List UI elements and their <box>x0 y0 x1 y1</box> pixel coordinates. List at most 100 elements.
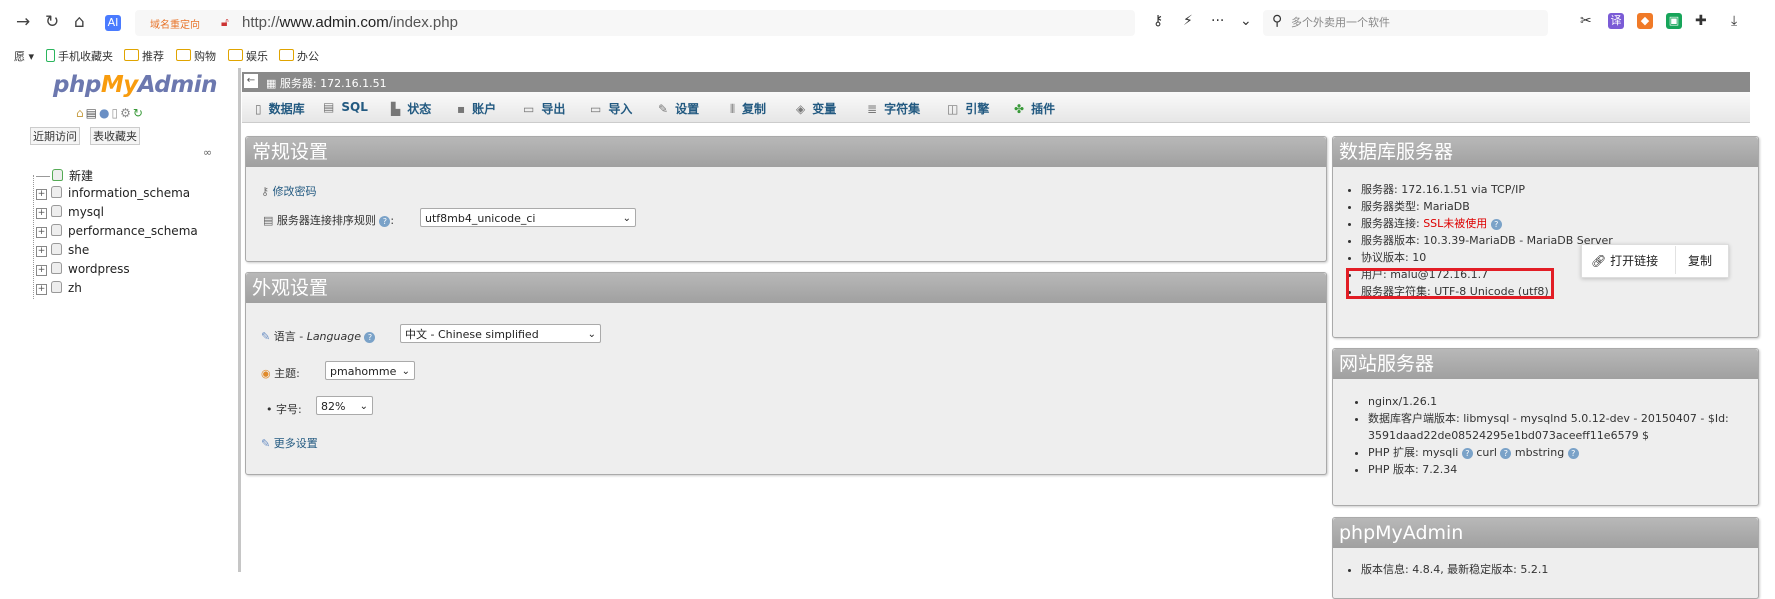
tab-label: 数据库 <box>268 102 305 116</box>
bookmark-recommend[interactable]: 推荐 <box>124 48 164 64</box>
tree-item-wordpress[interactable]: + wordpress <box>36 262 130 276</box>
green-extension-icon[interactable]: ▣ <box>1666 13 1682 29</box>
tab-import[interactable]: ▭ 导入 <box>590 100 632 117</box>
server-breadcrumb[interactable]: ▦ 服务器: 172.16.1.51 <box>266 75 387 91</box>
tab-accounts[interactable]: ▪ 账户 <box>457 100 496 117</box>
collapse-navigation-icon[interactable]: ← <box>244 74 258 88</box>
folder-icon <box>124 49 139 61</box>
expand-icon[interactable]: + <box>36 227 47 238</box>
tab-variables[interactable]: ◈ 变量 <box>796 100 836 117</box>
help-icon[interactable]: ● <box>99 106 111 120</box>
help-icon[interactable]: ? <box>364 332 376 343</box>
general-settings-panel: 常规设置 <box>245 136 1327 262</box>
help-icon[interactable]: ? <box>1500 448 1512 459</box>
tree-label: wordpress <box>68 262 130 276</box>
change-password-link[interactable]: ⚷ 修改密码 <box>261 183 317 199</box>
open-link-button[interactable]: 🔗︎ 打开链接 <box>1591 252 1658 269</box>
fox-extension-icon[interactable]: ◆ <box>1637 13 1653 29</box>
language-select[interactable]: 中文 - Chinese simplified ⌄ <box>400 324 601 343</box>
bookmark-label: 推荐 <box>142 50 164 63</box>
docs-icon[interactable]: ▯ <box>111 106 120 120</box>
theme-select[interactable]: pmahomme ⌄ <box>325 361 415 380</box>
key-icon[interactable]: ⚷ <box>1153 13 1163 29</box>
panel-title: 常规设置 <box>246 137 1326 167</box>
forward-icon[interactable]: → <box>16 12 30 32</box>
help-icon[interactable]: ? <box>1461 448 1473 459</box>
url-text[interactable]: http://www.admin.com/index.php <box>242 14 458 31</box>
bookmark-entertainment[interactable]: 娱乐 <box>228 48 268 64</box>
phpmyadmin-logo[interactable]: phpMyAdmin <box>53 72 217 98</box>
server-icon: ▦ <box>266 77 280 90</box>
panel-title: 数据库服务器 <box>1333 137 1758 167</box>
tree-item-new[interactable]: 新建 <box>36 167 93 184</box>
sql-icon[interactable]: ▤ <box>86 106 99 120</box>
more-settings-link[interactable]: ✎ 更多设置 <box>261 435 318 451</box>
help-icon[interactable]: ? <box>1567 448 1579 459</box>
reload-icon[interactable]: ↻ <box>45 12 59 32</box>
quick-icons: ⌂▤●▯⚙↻ <box>76 106 145 120</box>
tab-export[interactable]: ▭ 导出 <box>523 100 565 117</box>
expand-icon[interactable]: + <box>36 265 47 276</box>
link-icon[interactable]: ∞ <box>203 146 212 159</box>
bookmark-shopping[interactable]: 购物 <box>176 48 216 64</box>
database-icon: ▯ <box>255 102 262 116</box>
info-php-extensions: PHP 扩展: mysqli ? curl ? mbstring ? <box>1368 444 1740 461</box>
info-version: 版本信息: 4.8.4, 最新稳定版本: 5.2.1 <box>1361 561 1743 578</box>
logo-php: php <box>53 72 101 98</box>
download-icon[interactable]: ⤓ <box>1731 13 1737 29</box>
copy-button[interactable]: 复制 <box>1688 252 1712 269</box>
tree-item-performance-schema[interactable]: + performance_schema <box>36 224 198 238</box>
tab-status[interactable]: ▙ 状态 <box>391 100 431 117</box>
collation-select[interactable]: utf8mb4_unicode_ci ⌄ <box>420 208 636 227</box>
bookmark-office[interactable]: 办公 <box>279 48 319 64</box>
expand-icon[interactable]: + <box>36 284 47 295</box>
home-icon[interactable]: ⌂ <box>74 12 85 32</box>
tree-item-mysql[interactable]: + mysql <box>36 205 104 219</box>
list-icon: ▤ <box>263 214 277 227</box>
home-icon[interactable]: ⌂ <box>76 106 86 120</box>
bookmark-label: 手机收藏夹 <box>58 50 113 63</box>
fontsize-select[interactable]: 82% ⌄ <box>316 396 373 415</box>
bookmark-mobile[interactable]: 手机收藏夹 <box>46 48 113 64</box>
puzzle-icon[interactable]: ✚ <box>1695 13 1707 29</box>
expand-icon[interactable]: + <box>36 189 47 200</box>
tree-item-information-schema[interactable]: + information_schema <box>36 186 190 200</box>
wrench-icon: ✎ <box>658 102 669 116</box>
web-server-info: nginx/1.26.1 数据库客户端版本: libmysql - mysqln… <box>1350 393 1740 478</box>
expand-icon[interactable]: + <box>36 246 47 257</box>
tree-item-zh[interactable]: + zh <box>36 281 82 295</box>
variables-icon: ◈ <box>796 102 806 116</box>
tab-label: 导入 <box>608 102 633 116</box>
scissors-icon[interactable]: ✂ <box>1580 13 1592 29</box>
ai-assistant-icon[interactable]: AI <box>105 15 121 31</box>
tab-databases[interactable]: ▯ 数据库 <box>255 100 305 117</box>
button-label: 打开链接 <box>1610 254 1659 268</box>
favorites-button[interactable]: 表收藏夹 <box>90 127 140 145</box>
help-icon[interactable]: ? <box>379 216 391 227</box>
lightning-icon[interactable]: ⚡ <box>1183 13 1193 29</box>
chevron-down-icon: ⌄ <box>622 213 631 224</box>
collation-row: ▤ 服务器连接排序规则 ?: <box>263 214 395 227</box>
more-icon[interactable]: ··· <box>1211 13 1224 29</box>
tab-sql[interactable]: ▤ SQL <box>323 100 368 114</box>
tree-item-she[interactable]: + she <box>36 243 89 257</box>
tab-plugins[interactable]: ✤ 插件 <box>1014 100 1055 117</box>
url-prefix: http:// <box>242 14 280 31</box>
translate-extension-icon[interactable]: 译 <box>1608 13 1624 29</box>
info-text: 3591daad22de08524295e1bd073aceeff11e6579… <box>1368 429 1650 442</box>
tab-label: 引擎 <box>965 102 990 116</box>
settings-icon[interactable]: ⚙ <box>120 106 133 120</box>
search-input[interactable]: 多个外卖用一个软件 <box>1291 14 1390 30</box>
chevron-down-icon[interactable]: ⌄ <box>1240 13 1252 29</box>
tab-engines[interactable]: ◫ 引擎 <box>947 100 989 117</box>
reload-icon[interactable]: ↻ <box>133 106 145 120</box>
tab-settings[interactable]: ✎ 设置 <box>658 100 699 117</box>
tab-replication[interactable]: ⫴ 复制 <box>730 100 766 117</box>
expand-icon[interactable]: + <box>36 208 47 219</box>
recent-button[interactable]: 近期访问 <box>30 127 80 145</box>
bookmark-menu[interactable]: 愿 ▾ <box>14 48 34 64</box>
help-icon[interactable]: ? <box>1490 219 1502 230</box>
tab-charsets[interactable]: ≣ 字符集 <box>867 100 920 117</box>
insecure-icon[interactable]: 🔓︎ <box>221 15 229 30</box>
url-path: /index.php <box>388 14 458 31</box>
